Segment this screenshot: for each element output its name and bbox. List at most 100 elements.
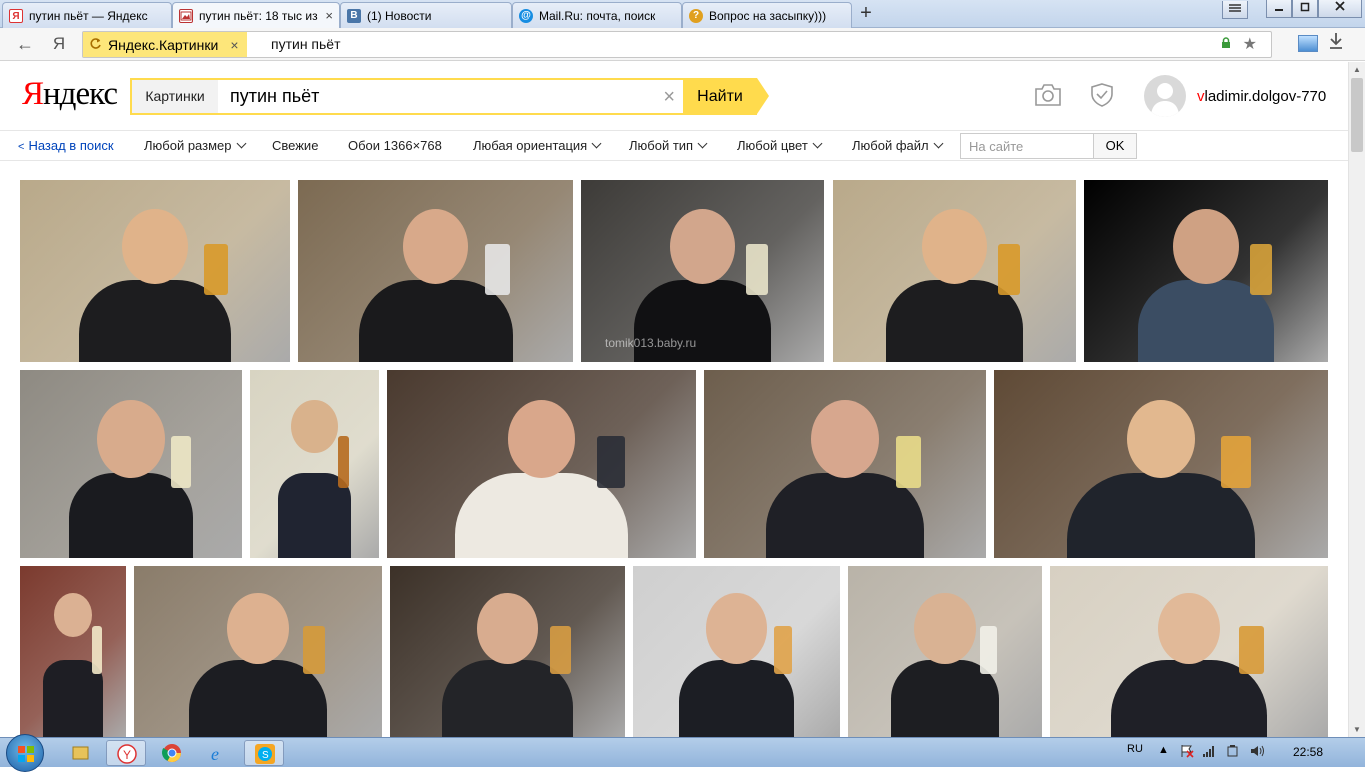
photo-figure-head [811,400,879,478]
photo-drink-glass [746,243,769,295]
yandex-icon: Я [9,8,23,23]
photo-figure-head [122,209,188,285]
chevron-down-icon [236,138,246,149]
image-result[interactable]: tomik013.baby.ru [581,180,824,362]
yandex-home-icon[interactable]: Я [48,33,70,55]
filter-file[interactable]: Любой файл [852,138,944,153]
tray-expand-icon[interactable]: ▲ [1158,744,1169,756]
network-signal-icon[interactable] [1202,744,1216,761]
back-to-search-link[interactable]: < Назад в поиск [18,138,114,153]
site-filter-input[interactable] [960,133,1093,159]
url-field[interactable]: Яндекс.Картинки × путин пьёт ★ [82,31,1272,58]
explorer-taskbar-icon[interactable] [60,740,100,766]
image-result[interactable] [833,180,1076,362]
volume-icon[interactable] [1250,744,1266,761]
find-button-arrow[interactable] [757,78,769,114]
download-icon[interactable] [1328,32,1344,55]
photo-drink-glass [1249,243,1272,295]
refresh-icon[interactable] [89,37,102,53]
image-result[interactable] [298,180,573,362]
language-indicator[interactable]: RU [1127,743,1143,755]
image-result[interactable] [134,566,382,737]
camera-search-icon[interactable] [1033,81,1063,109]
start-button[interactable] [6,734,44,772]
bookmark-star-icon[interactable]: ★ [1243,34,1257,54]
image-result[interactable] [250,370,379,558]
chrome-taskbar-icon[interactable] [152,740,192,766]
image-result[interactable] [704,370,986,558]
photo-figure-head [97,400,165,478]
close-window-icon[interactable] [1318,0,1362,18]
lock-icon[interactable] [1221,37,1231,48]
site-pill-close-icon[interactable]: × [230,37,238,53]
filter-size[interactable]: Любой размер [144,138,246,153]
shield-icon[interactable] [1090,82,1114,108]
site-pill[interactable]: Яндекс.Картинки × [83,32,247,57]
tab-mailru[interactable]: @ Mail.Ru: почта, поиск [512,2,682,28]
photo-drink-glass [895,435,922,489]
power-icon[interactable] [1226,744,1240,761]
chevron-down-icon [591,138,602,149]
url-text[interactable]: путин пьёт [271,36,341,52]
image-result[interactable] [20,370,242,558]
mailru-icon: @ [519,8,533,23]
image-result[interactable] [390,566,625,737]
image-result[interactable] [20,180,290,362]
photo-figure-head [921,209,988,285]
yandex-header: Яндекс Картинки × Найти vladimir.dolgov-… [0,62,1348,130]
search-input[interactable] [230,80,650,113]
image-result[interactable] [20,566,126,737]
find-button[interactable]: Найти [683,78,757,115]
filter-fresh[interactable]: Свежие [272,138,318,153]
tab-yandex-search[interactable]: Я путин пьёт — Яндекс [2,2,172,28]
minimize-icon[interactable] [1266,0,1292,18]
image-result[interactable] [633,566,840,737]
photo-drink-glass [170,435,191,489]
filter-type[interactable]: Любой тип [629,138,708,153]
image-result[interactable] [1050,566,1328,737]
image-result[interactable] [1084,180,1328,362]
search-box: Картинки × [130,78,685,115]
site-filter-ok-button[interactable]: OK [1093,133,1137,159]
yandex-logo[interactable]: Яндекс [22,76,118,113]
image-result[interactable] [387,370,696,558]
maximize-icon[interactable] [1292,0,1318,18]
clock[interactable]: 22:58 [1293,745,1323,759]
username[interactable]: vladimir.dolgov-770 [1197,88,1326,105]
username-first-letter: v [1197,88,1205,105]
photo-figure-head [1173,209,1239,285]
search-type-label[interactable]: Картинки [132,80,218,113]
filter-orientation[interactable]: Любая ориентация [473,138,602,153]
tab-title: (1) Новости [367,8,432,23]
new-tab-button[interactable]: + [856,3,876,24]
browser-menu-icon[interactable] [1222,1,1248,19]
screenshot-extension-icon[interactable] [1298,35,1318,52]
scroll-up-icon[interactable]: ▲ [1353,65,1361,74]
photo-figure-head [1127,400,1195,478]
skype-taskbar-icon[interactable]: S [244,740,284,766]
back-arrow-icon[interactable]: ← [14,33,36,55]
filter-color[interactable]: Любой цвет [737,138,823,153]
photo-figure-head [1158,593,1220,665]
photo-drink-glass [485,243,510,295]
tab-title: Mail.Ru: почта, поиск [539,8,656,23]
scrollbar-thumb[interactable] [1351,78,1363,152]
tab-yandex-images[interactable]: путин пьёт: 18 тыс из × [172,2,340,28]
internet-explorer-taskbar-icon[interactable]: e [198,740,238,766]
address-bar-row: ← Я Яндекс.Картинки × путин пьёт ★ [0,28,1365,61]
scroll-down-icon[interactable]: ▼ [1353,725,1361,734]
photo-drink-glass [337,435,350,489]
yandex-browser-taskbar-icon[interactable]: Y [106,740,146,766]
tab-title: путин пьёт — Яндекс [29,8,148,23]
action-center-flag-icon[interactable] [1180,744,1194,761]
clear-search-icon[interactable]: × [663,86,675,109]
image-result[interactable] [848,566,1042,737]
image-result[interactable] [994,370,1328,558]
close-tab-icon[interactable]: × [321,8,333,23]
avatar[interactable] [1144,75,1186,117]
photo-drink-glass [203,243,228,295]
filter-wallpaper[interactable]: Обои 1366×768 [348,138,442,153]
tab-vk-news[interactable]: B (1) Новости [340,2,512,28]
tab-question[interactable]: ? Вопрос на засыпку))) [682,2,852,28]
page-scrollbar[interactable]: ▲ ▼ [1348,62,1365,737]
